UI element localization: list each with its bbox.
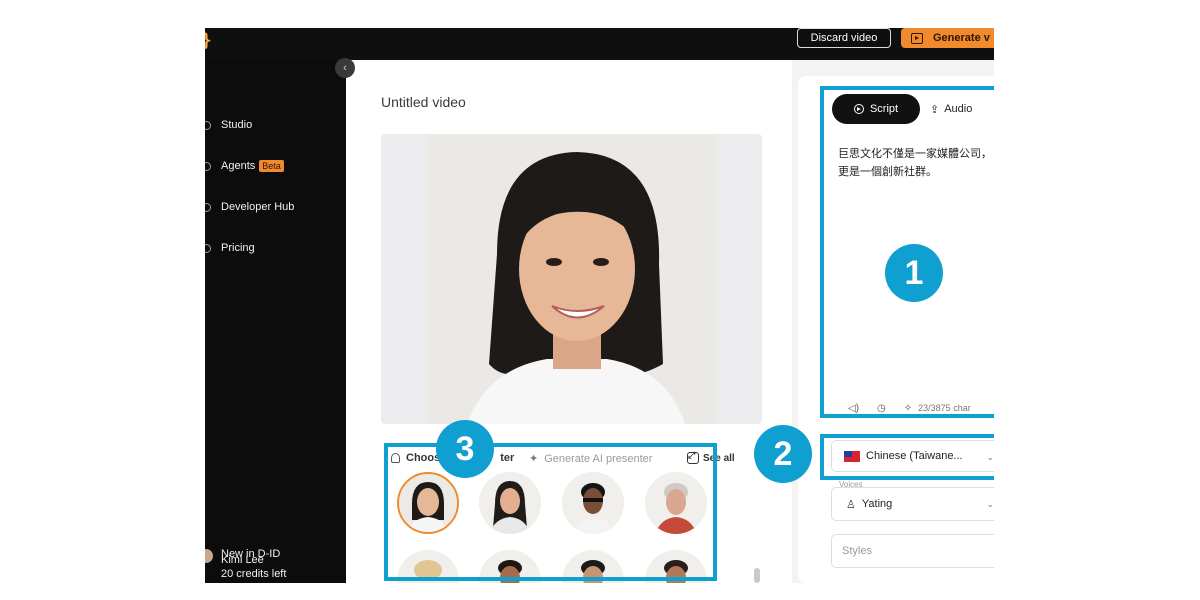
voice-select[interactable]: ♙ Yating ⌄ (831, 487, 1001, 521)
studio-icon (205, 120, 211, 130)
callout-badge-2: 2 (754, 425, 812, 483)
callout-box-presenters (384, 443, 717, 581)
user-name: Kimi Lee (221, 554, 264, 566)
chevron-down-icon: ⌄ (986, 499, 994, 509)
developer-hub-icon (205, 202, 211, 212)
sidebar-item-label: Studio (221, 119, 253, 131)
main-scrollbar[interactable] (754, 568, 760, 583)
generate-video-label: Generate v (933, 32, 990, 44)
sidebar-item-label: Agents (221, 160, 256, 172)
pricing-icon (205, 243, 211, 253)
top-bar: } Discard video Generate v (205, 28, 994, 60)
agents-icon (205, 161, 211, 171)
beta-badge: Beta (259, 160, 284, 172)
discard-video-button[interactable]: Discard video (797, 28, 891, 48)
callout-box-language (820, 434, 998, 480)
styles-select[interactable]: Styles (831, 534, 1001, 568)
video-preview (381, 134, 762, 424)
generate-video-button[interactable]: Generate v (901, 28, 994, 48)
video-play-icon (911, 32, 923, 44)
person-icon: ♙ (846, 498, 856, 511)
sidebar: Studio Agents Beta Developer Hub Pricing … (205, 60, 346, 583)
collapse-sidebar-button[interactable]: ‹ (335, 58, 355, 78)
callout-badge-3: 3 (436, 420, 494, 478)
sidebar-item-label: Pricing (221, 242, 255, 254)
sidebar-item-label: Developer Hub (221, 201, 295, 213)
callout-badge-1: 1 (885, 244, 943, 302)
d-id-logo: } (205, 30, 212, 51)
presenter-photo (427, 134, 717, 424)
styles-placeholder: Styles (842, 545, 872, 557)
credits-left: 20 credits left (221, 568, 287, 580)
voice-value: Yating (861, 498, 893, 510)
video-title[interactable]: Untitled video (381, 94, 466, 110)
sidebar-item-label-wrap: Agents Beta (221, 160, 284, 172)
page-margin (994, 0, 1200, 600)
